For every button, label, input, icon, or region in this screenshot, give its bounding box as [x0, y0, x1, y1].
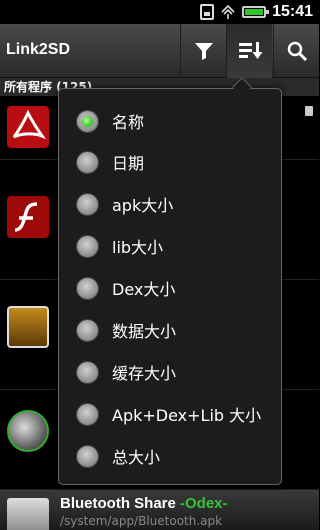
battery-icon: [242, 6, 270, 18]
odex-tag: -Odex-: [180, 495, 228, 512]
sort-option-apk-dex-lib-size[interactable]: Apk+Dex+Lib 大小: [59, 394, 281, 434]
sort-icon: [238, 42, 262, 59]
app-title: Link2SD: [6, 41, 71, 58]
sim-card-icon: [200, 4, 215, 20]
status-bar: 15:41: [0, 0, 319, 24]
sort-menu-popup: 名称 日期 apk大小 lib大小 Dex大小 数据大小 缓存大小 Apk+De…: [58, 88, 282, 485]
list-item-bluetooth-share[interactable]: Bluetooth Share -Odex- /system/app/Bluet…: [0, 490, 319, 530]
sort-option-label: 总大小: [112, 448, 161, 467]
radio-icon[interactable]: [76, 150, 99, 174]
radio-icon[interactable]: [76, 402, 99, 426]
radio-icon[interactable]: [76, 276, 99, 300]
sort-option-data-size[interactable]: 数据大小: [59, 310, 281, 350]
bluetooth-share-icon: [7, 498, 49, 530]
radio-icon[interactable]: [76, 360, 99, 384]
gallery-icon: [7, 306, 49, 348]
signal-icon: [221, 4, 235, 19]
clock: 15:41: [272, 3, 313, 20]
filter-icon: [194, 43, 213, 60]
sort-option-apk-size[interactable]: apk大小: [59, 184, 281, 224]
sort-option-cache-size[interactable]: 缓存大小: [59, 352, 281, 392]
sort-option-label: apk大小: [112, 196, 174, 215]
music-player-icon: [7, 410, 49, 452]
search-button[interactable]: [273, 24, 319, 78]
radio-checked-icon[interactable]: [76, 109, 99, 133]
sort-button[interactable]: [226, 24, 272, 78]
search-icon: [287, 41, 307, 62]
radio-icon[interactable]: [76, 192, 99, 216]
sort-option-label: 日期: [112, 154, 145, 173]
sort-option-label: Dex大小: [112, 280, 176, 299]
radio-icon[interactable]: [76, 234, 99, 258]
action-bar: Link2SD: [0, 24, 319, 78]
radio-icon[interactable]: [76, 318, 99, 342]
sort-option-date[interactable]: 日期: [59, 142, 281, 182]
sort-option-label: 数据大小: [112, 322, 177, 341]
acrobat-icon: [7, 106, 49, 148]
sort-option-dex-size[interactable]: Dex大小: [59, 268, 281, 308]
sort-option-label: 缓存大小: [112, 364, 177, 383]
sort-option-label: Apk+Dex+Lib 大小: [112, 406, 262, 425]
sd-card-icon: [305, 106, 313, 116]
radio-icon[interactable]: [76, 444, 99, 468]
sort-option-lib-size[interactable]: lib大小: [59, 226, 281, 266]
filter-button[interactable]: [180, 24, 226, 78]
app-name: Bluetooth Share -Odex-: [60, 495, 228, 512]
sort-option-label: lib大小: [112, 238, 164, 257]
sort-option-name[interactable]: 名称: [59, 101, 281, 141]
sort-option-label: 名称: [112, 113, 145, 132]
app-path: /system/app/Bluetooth.apk: [60, 514, 223, 528]
sort-option-total-size[interactable]: 总大小: [59, 436, 281, 476]
flash-icon: [7, 196, 49, 238]
